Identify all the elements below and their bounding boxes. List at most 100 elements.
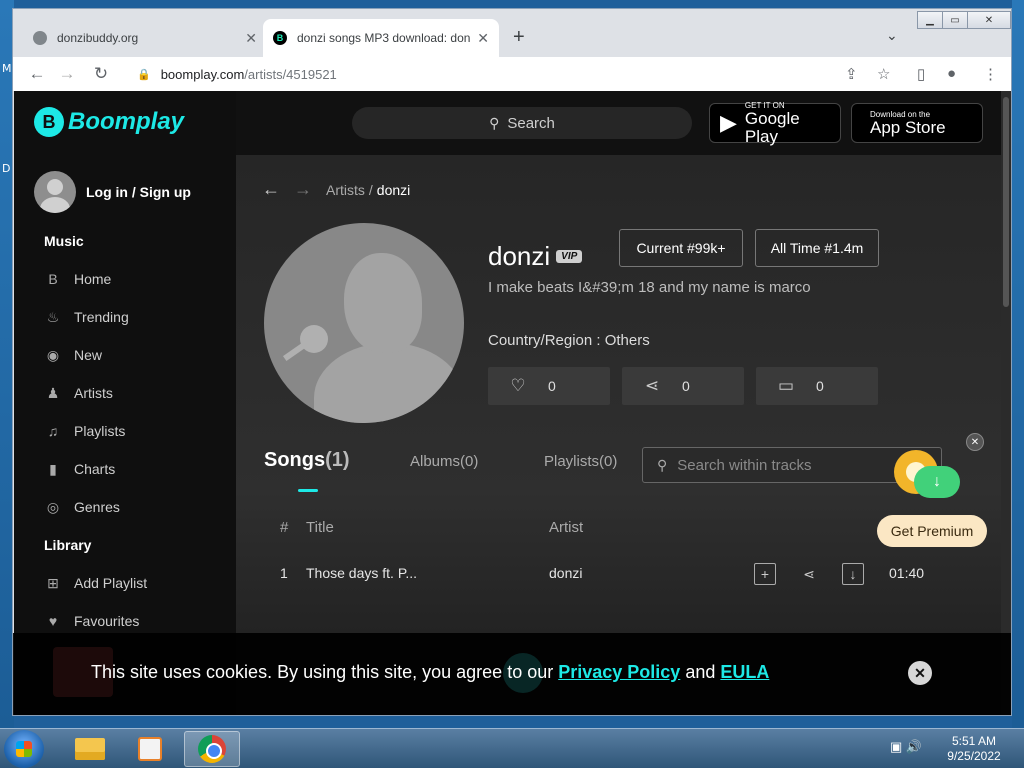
page-viewport: B Boomplay Log in / Sign up Music B Home …	[14, 91, 1011, 715]
promo-close-button[interactable]: ✕	[966, 433, 984, 451]
login-link[interactable]: Log in / Sign up	[86, 184, 191, 200]
sidebar-item-favourites[interactable]: ♥ Favourites	[44, 606, 224, 636]
artist-country: Country/Region : Others	[488, 332, 650, 349]
system-clock[interactable]: 5:51 AM 9/25/2022	[942, 734, 1006, 764]
url-host: boomplay.com	[160, 66, 245, 82]
heart-icon: ♡	[510, 376, 526, 395]
tab-strip: donzibuddy.org ✕ B donzi songs MP3 downl…	[13, 9, 1011, 57]
disc-icon: ◉	[46, 346, 60, 363]
menu-icon[interactable]: ⋮	[983, 65, 998, 83]
taskbar-explorer[interactable]	[62, 731, 118, 767]
sidebar-item-genres[interactable]: ◎ Genres	[44, 492, 224, 522]
search-icon: ⚲	[489, 114, 500, 131]
reload-button[interactable]: ↻	[89, 62, 113, 86]
tab-search-button[interactable]: ⌄	[886, 27, 898, 44]
chart-icon: ▮	[49, 460, 57, 477]
column-header-artist: Artist	[549, 519, 584, 536]
browser-toolbar: ← → ↻ 🔒 boomplay.com/artists/4519521 ⇪ ☆…	[13, 57, 1011, 91]
sidebar-item-artists[interactable]: ♟ Artists	[44, 378, 224, 408]
share-icon[interactable]: ⋖	[798, 563, 820, 585]
browser-tab-boomplay[interactable]: B donzi songs MP3 download: don ✕	[263, 19, 499, 57]
eula-link[interactable]: EULA	[720, 662, 769, 682]
reload-icon: ↻	[93, 64, 109, 83]
breadcrumb-current: donzi	[376, 181, 411, 198]
track-artist[interactable]: donzi	[549, 565, 582, 581]
share-icon[interactable]: ⇪	[845, 65, 858, 83]
vip-badge: VIP	[556, 250, 583, 263]
genre-icon: ◎	[46, 498, 60, 515]
add-playlist-icon: ⊞	[47, 574, 59, 591]
close-icon[interactable]: ✕	[477, 30, 489, 47]
close-icon[interactable]: ✕	[245, 30, 257, 47]
browser-window: donzibuddy.org ✕ B donzi songs MP3 downl…	[12, 8, 1012, 716]
search-label: Search	[507, 114, 555, 132]
search-button[interactable]: ⚲ Search	[352, 107, 692, 139]
signup-link[interactable]: Sign up	[140, 184, 191, 200]
heart-icon: ♥	[48, 613, 58, 629]
sidebar: B Boomplay Log in / Sign up Music B Home …	[14, 91, 236, 715]
sidebar-item-charts[interactable]: ▮ Charts	[44, 454, 224, 484]
address-bar[interactable]: 🔒 boomplay.com/artists/4519521	[127, 60, 987, 88]
share-icon: ⋖	[644, 376, 660, 395]
share-button[interactable]: ⋖ 0	[622, 367, 744, 405]
artist-icon: ♟	[46, 384, 60, 401]
download-icon[interactable]: ↓	[842, 563, 864, 585]
privacy-policy-link[interactable]: Privacy Policy	[558, 662, 680, 682]
folder-icon	[75, 738, 105, 760]
track-title[interactable]: Those days ft. P...	[306, 565, 417, 581]
comment-icon: ▭	[777, 376, 795, 395]
maximize-button[interactable]: ▭	[942, 11, 968, 29]
profile-icon[interactable]: ●	[947, 65, 956, 82]
comment-button[interactable]: ▭ 0	[756, 367, 878, 405]
like-button[interactable]: ♡ 0	[488, 367, 610, 405]
boomplay-favicon-icon: B	[273, 31, 287, 45]
artist-name: donzi VIP	[488, 241, 583, 272]
music-heading: Music	[44, 233, 84, 249]
app-store-button[interactable]: Download on the App Store	[851, 103, 983, 143]
sidepanel-icon[interactable]: ▯	[917, 65, 925, 83]
tab-songs[interactable]: Songs(1)	[264, 449, 350, 472]
boomplay-logo[interactable]: B Boomplay	[34, 107, 184, 137]
sidebar-item-new[interactable]: ◉ New	[44, 340, 224, 370]
forward-button[interactable]: →	[55, 62, 79, 86]
flame-icon: ♨	[46, 308, 60, 325]
cookie-banner: This site uses cookies. By using this si…	[13, 633, 1011, 715]
start-button[interactable]	[4, 730, 44, 768]
taskbar: ▣ 🔊 5:51 AM 9/25/2022	[0, 728, 1024, 768]
browser-tab-donzibuddy[interactable]: donzibuddy.org ✕	[23, 19, 267, 57]
google-play-button[interactable]: ▶ GET IT ON Google Play	[709, 101, 841, 145]
star-icon[interactable]: ☆	[877, 65, 890, 83]
breadcrumb-artists[interactable]: Artists	[326, 182, 365, 198]
google-play-icon: ▶	[720, 110, 737, 135]
search-icon: ⚲	[657, 456, 668, 473]
tab-albums[interactable]: Albums(0)	[410, 453, 478, 470]
back-arrow-icon[interactable]: ←	[262, 179, 280, 200]
logo-text: Boomplay	[68, 108, 185, 135]
get-premium-button[interactable]: Get Premium	[877, 515, 987, 547]
window-close-button[interactable]: ✕	[967, 11, 1011, 29]
add-to-playlist-icon[interactable]: +	[754, 563, 776, 585]
premium-download-icon[interactable]: ↓	[890, 446, 970, 506]
cookie-close-button[interactable]: ✕	[908, 661, 932, 685]
media-player-icon	[138, 737, 162, 761]
tab-playlists[interactable]: Playlists(0)	[544, 453, 617, 470]
sidebar-item-home[interactable]: B Home	[44, 264, 224, 294]
back-button[interactable]: ←	[25, 62, 49, 86]
new-tab-button[interactable]: +	[513, 26, 525, 49]
track-number: 1	[280, 565, 288, 581]
desktop-icon-label: M	[2, 62, 12, 75]
url-path: /artists/4519521	[244, 66, 337, 82]
all-time-rank-badge[interactable]: All Time #1.4m	[755, 229, 879, 267]
current-rank-badge[interactable]: Current #99k+	[619, 229, 743, 267]
taskbar-chrome[interactable]	[184, 731, 240, 767]
sidebar-item-playlists[interactable]: ♫ Playlists	[44, 416, 224, 446]
tray-icons[interactable]: ▣ 🔊	[890, 739, 922, 755]
forward-arrow-icon[interactable]: →	[294, 179, 312, 200]
sidebar-item-add-playlist[interactable]: ⊞ Add Playlist	[44, 568, 224, 598]
taskbar-media-player[interactable]	[122, 731, 178, 767]
avatar[interactable]	[34, 171, 76, 213]
sidebar-item-trending[interactable]: ♨ Trending	[44, 302, 224, 332]
tab-title: donzibuddy.org	[57, 31, 139, 45]
minimize-button[interactable]: ▁	[917, 11, 943, 29]
page-scrollbar[interactable]	[1001, 91, 1011, 715]
